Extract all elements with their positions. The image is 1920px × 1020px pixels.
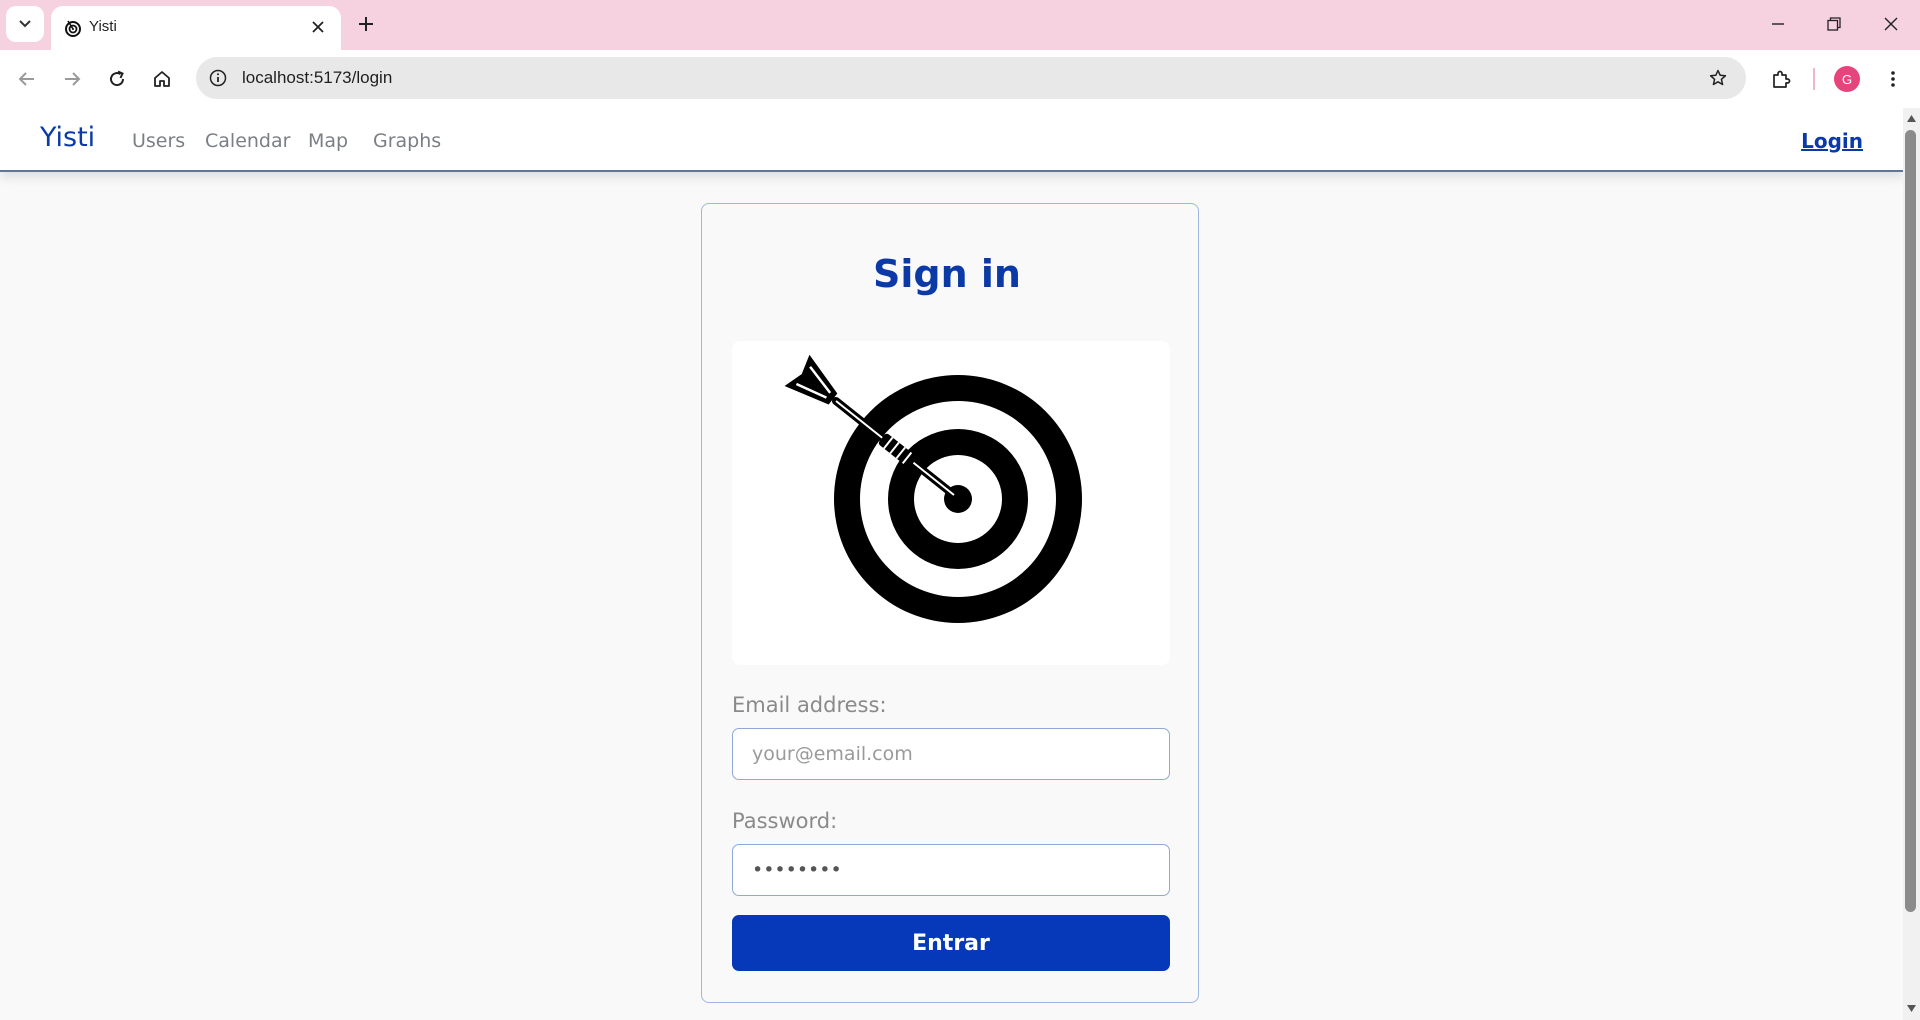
- arrow-right-icon: [65, 72, 81, 86]
- restore-icon: [1827, 17, 1841, 31]
- scroll-down-arrow-icon[interactable]: [1907, 1004, 1916, 1013]
- password-label: Password:: [732, 809, 838, 833]
- tab-title: Yisti: [89, 18, 117, 35]
- address-bar[interactable]: localhost:5173/login: [196, 57, 1746, 99]
- password-field[interactable]: [732, 844, 1170, 896]
- extensions-button[interactable]: [1766, 64, 1796, 94]
- bookmark-star-icon[interactable]: [1704, 64, 1732, 92]
- home-button[interactable]: [147, 64, 177, 94]
- more-vertical-icon: [1891, 71, 1895, 87]
- browser-menu-button[interactable]: [1878, 64, 1908, 94]
- arrow-left-icon: [18, 72, 34, 86]
- reload-button[interactable]: [102, 64, 132, 94]
- browser-tabstrip: Yisti: [0, 0, 1920, 50]
- home-icon: [154, 71, 170, 87]
- scrollbar-thumb[interactable]: [1905, 130, 1916, 912]
- profile-button[interactable]: G: [1832, 64, 1862, 94]
- minimize-button[interactable]: [1758, 8, 1798, 40]
- plus-icon: [359, 17, 373, 31]
- nav-link-users[interactable]: Users: [132, 130, 185, 152]
- nav-link-graphs[interactable]: Graphs: [373, 130, 441, 152]
- browser-toolbar: localhost:5173/login G: [0, 50, 1920, 108]
- restore-button[interactable]: [1814, 8, 1854, 40]
- back-button[interactable]: [12, 64, 42, 94]
- forward-button[interactable]: [57, 64, 87, 94]
- dart-target-icon: [784, 354, 1082, 623]
- app-navbar: Yisti Users Calendar Map Graphs Login: [0, 108, 1903, 172]
- nav-link-calendar[interactable]: Calendar: [205, 130, 290, 152]
- close-icon: [1884, 17, 1898, 31]
- email-field[interactable]: [732, 728, 1170, 780]
- close-window-button[interactable]: [1871, 8, 1911, 40]
- page-viewport: Yisti Users Calendar Map Graphs Login Si…: [0, 108, 1903, 1020]
- close-tab-icon[interactable]: [307, 16, 329, 38]
- login-card: Sign in Email address: your@email.com Pa…: [701, 203, 1199, 1003]
- minimize-icon: [1772, 23, 1784, 25]
- chevron-down-icon: [19, 20, 31, 28]
- toolbar-separator: [1813, 68, 1815, 90]
- new-tab-button[interactable]: [353, 11, 379, 37]
- nav-link-map[interactable]: Map: [308, 130, 348, 152]
- puzzle-icon: [1773, 70, 1791, 88]
- illustration-panel: [732, 341, 1170, 665]
- page-title: Sign in: [873, 252, 1021, 296]
- url-text[interactable]: localhost:5173/login: [242, 68, 392, 88]
- scroll-up-arrow-icon[interactable]: [1907, 114, 1916, 123]
- target-icon: [63, 18, 83, 38]
- reload-icon: [110, 70, 125, 87]
- submit-button[interactable]: Entrar: [732, 915, 1170, 971]
- tab-search-button[interactable]: [6, 6, 44, 42]
- nav-login-link[interactable]: Login: [1801, 129, 1863, 153]
- email-label: Email address:: [732, 693, 887, 717]
- site-info-icon[interactable]: [204, 64, 232, 92]
- browser-tab[interactable]: Yisti: [51, 6, 341, 50]
- brand-link[interactable]: Yisti: [40, 122, 95, 153]
- avatar: G: [1834, 66, 1860, 92]
- page-scrollbar[interactable]: [1903, 108, 1920, 1020]
